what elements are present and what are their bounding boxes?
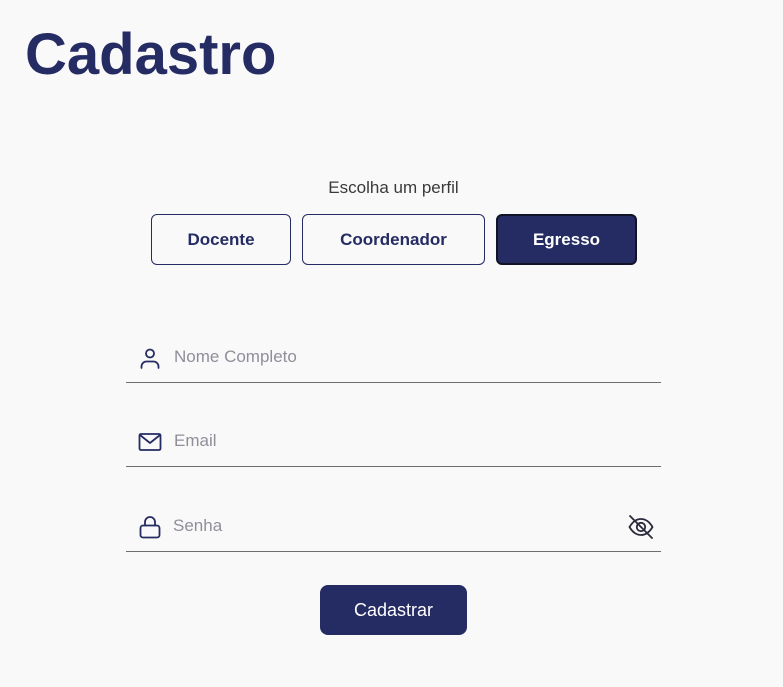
password-input[interactable]	[173, 512, 613, 540]
profile-coordenador-button[interactable]: Coordenador	[302, 214, 485, 265]
mail-icon	[138, 430, 162, 454]
lock-icon	[138, 515, 162, 539]
user-icon	[138, 346, 162, 370]
eye-off-icon[interactable]	[627, 513, 655, 541]
submit-button[interactable]: Cadastrar	[320, 585, 467, 635]
profile-egresso-button[interactable]: Egresso	[496, 214, 637, 265]
email-input[interactable]	[174, 427, 614, 455]
email-field	[126, 419, 661, 467]
name-input[interactable]	[174, 343, 614, 371]
profile-docente-button[interactable]: Docente	[151, 214, 291, 265]
signup-page: Cadastro Escolha um perfil Docente Coord…	[0, 0, 783, 687]
profile-prompt: Escolha um perfil	[328, 178, 459, 197]
page-title: Cadastro	[25, 22, 277, 87]
name-field	[126, 335, 661, 383]
password-field	[126, 504, 661, 552]
